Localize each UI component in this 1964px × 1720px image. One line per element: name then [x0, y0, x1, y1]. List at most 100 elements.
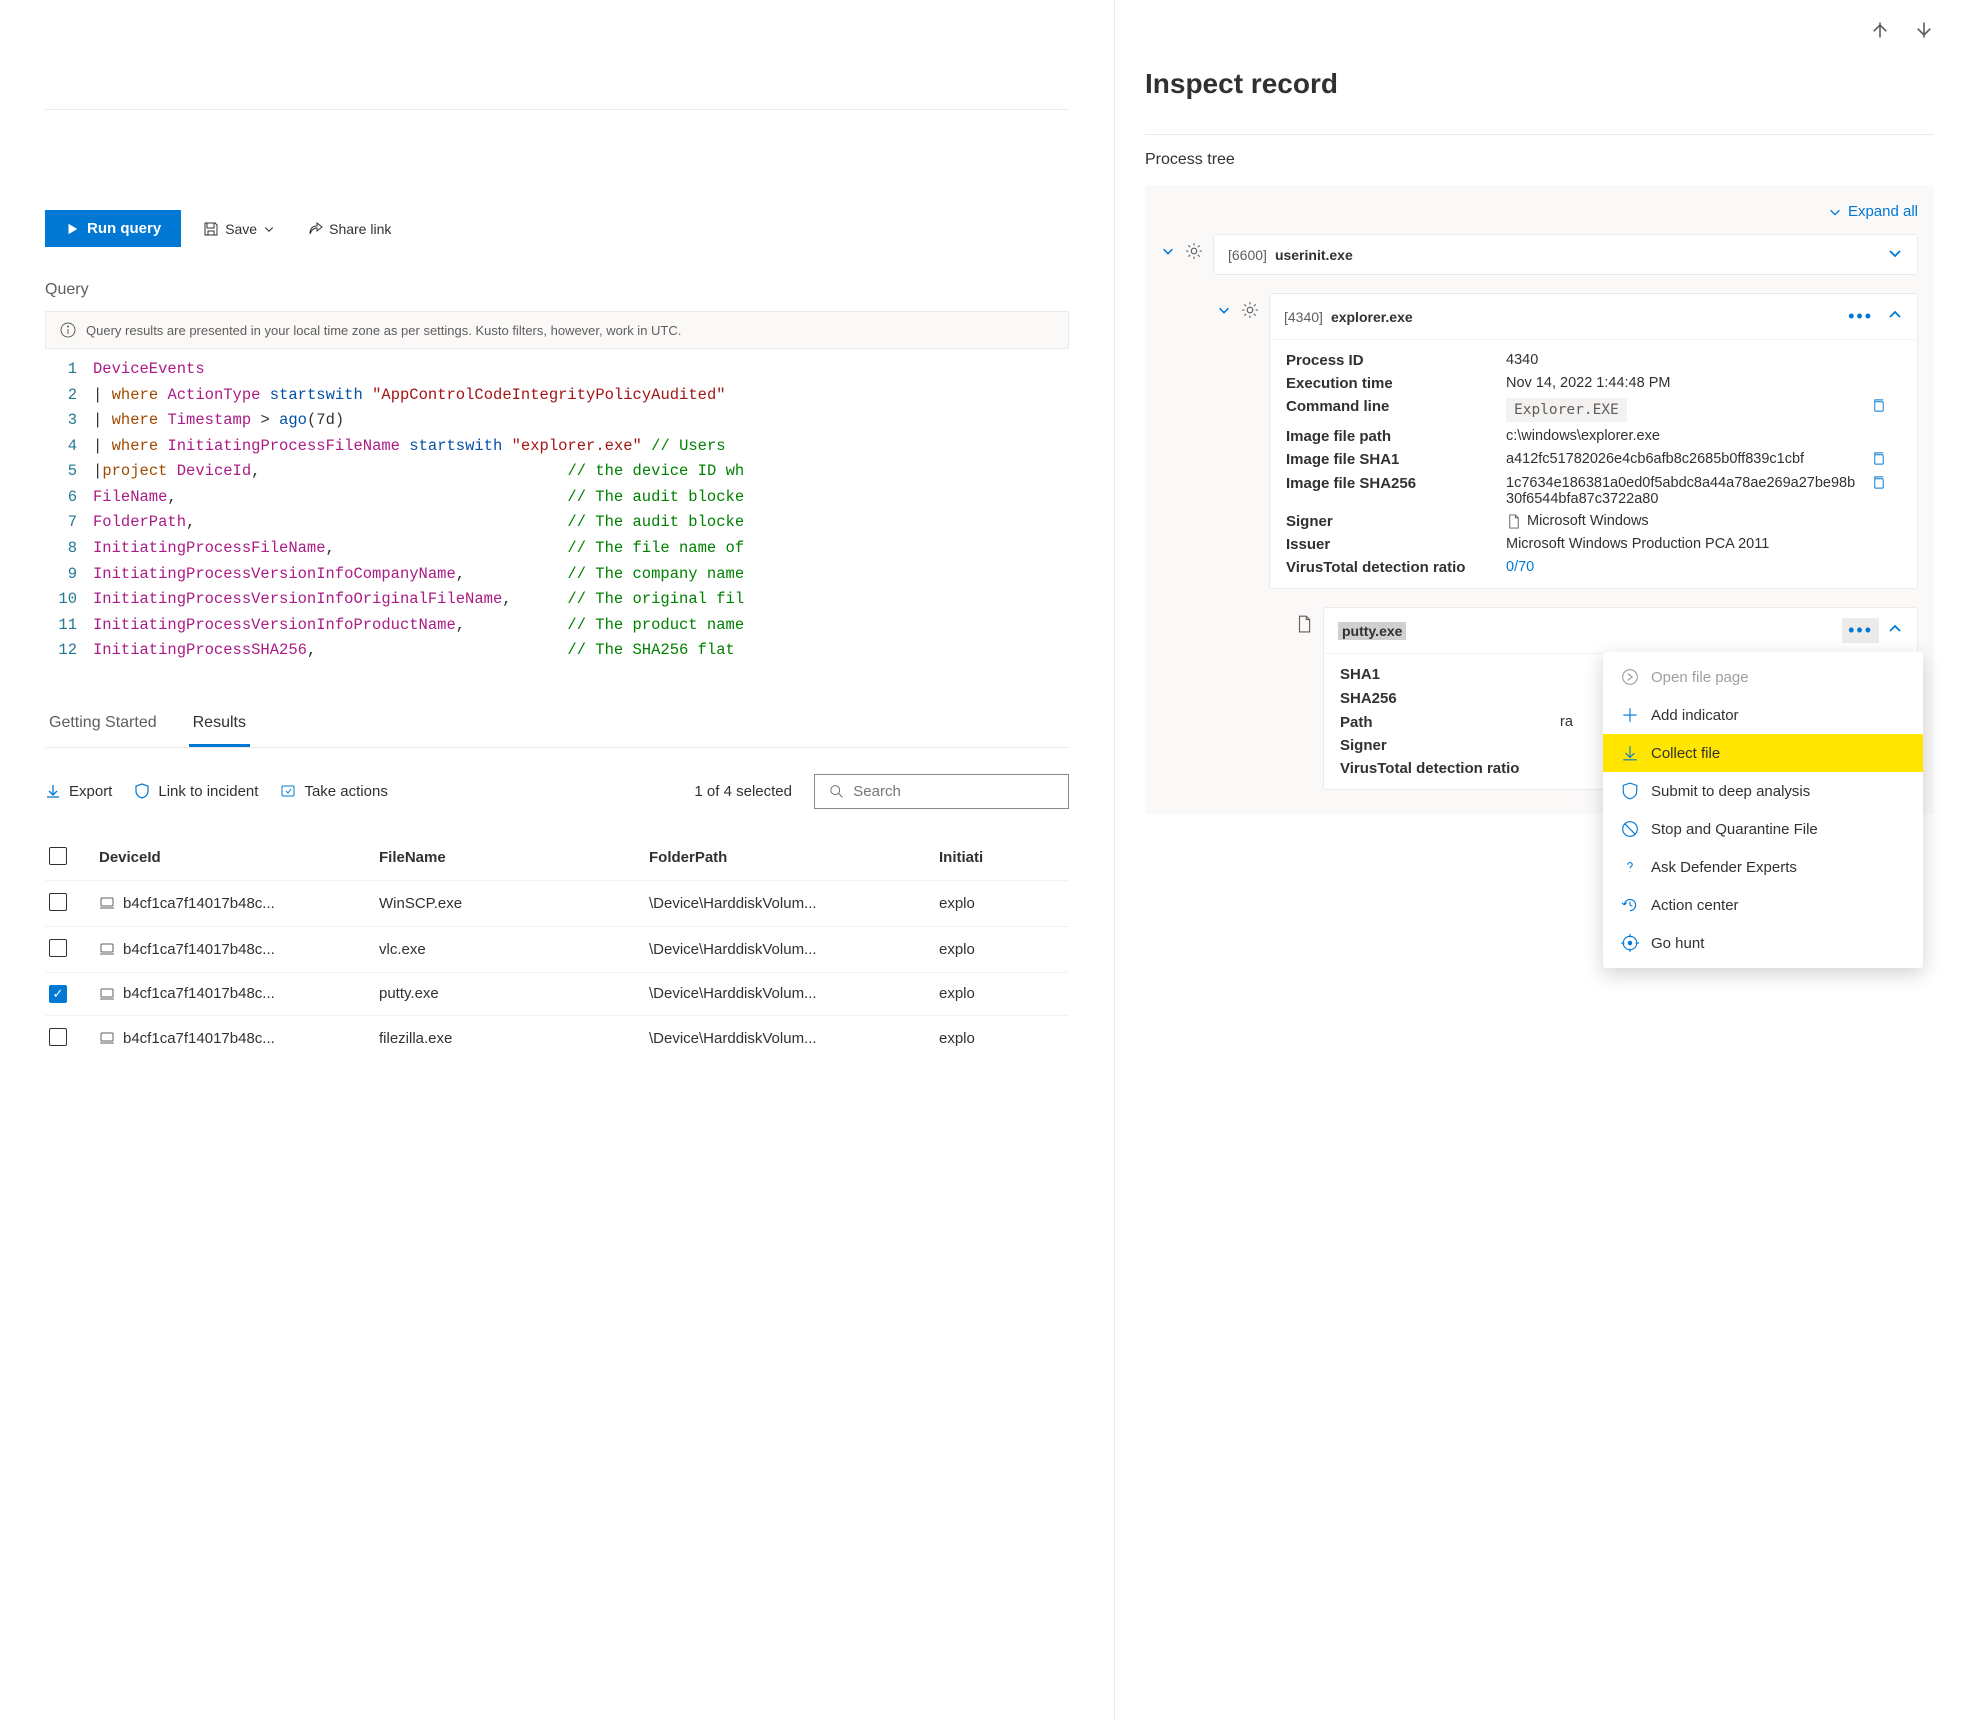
device-link[interactable]: b4cf1ca7f14017b48c...: [123, 941, 275, 958]
process-tree: Expand all [6600] userinit.exe: [1145, 185, 1934, 814]
node-pid: [4340]: [1284, 309, 1323, 325]
kv-value: 1c7634e186381a0ed0f5abdc8a44a78ae269a27b…: [1506, 475, 1861, 507]
table-row[interactable]: b4cf1ca7f14017b48c...vlc.exe\Device\Hard…: [45, 926, 1069, 972]
ctx-go-hunt[interactable]: Go hunt: [1603, 924, 1923, 962]
col-initiating[interactable]: Initiati: [939, 849, 1059, 866]
node-name: userinit.exe: [1275, 247, 1353, 263]
kv-key: Process ID: [1286, 352, 1496, 369]
table-row[interactable]: b4cf1ca7f14017b48c...filezilla.exe\Devic…: [45, 1015, 1069, 1061]
link-incident-button[interactable]: Link to incident: [134, 783, 258, 800]
ctx-deep-analysis[interactable]: Submit to deep analysis: [1603, 772, 1923, 810]
save-button[interactable]: Save: [193, 215, 285, 243]
collapse-icon[interactable]: [1887, 621, 1903, 640]
tree-node-explorer[interactable]: [4340] explorer.exe ••• Process ID4340 E…: [1269, 293, 1918, 589]
kv-key: Signer: [1286, 513, 1496, 530]
kv-key: Image file SHA1: [1286, 451, 1496, 468]
search-box[interactable]: [814, 774, 1069, 809]
copy-icon[interactable]: [1871, 475, 1886, 490]
command-line-value: Explorer.EXE: [1506, 398, 1627, 422]
tab-results[interactable]: Results: [189, 704, 250, 747]
folderpath-cell: \Device\HarddiskVolum...: [649, 1030, 939, 1047]
node-name: explorer.exe: [1331, 309, 1413, 325]
folderpath-cell: \Device\HarddiskVolum...: [649, 895, 939, 912]
shield-icon: [134, 783, 150, 799]
node-pid: [6600]: [1228, 247, 1267, 263]
share-label: Share link: [329, 221, 391, 237]
kv-key: Image file SHA256: [1286, 475, 1496, 492]
tree-toggle[interactable]: [1161, 244, 1175, 261]
kv-key: VirusTotal detection ratio: [1340, 760, 1550, 777]
search-input[interactable]: [853, 783, 1054, 800]
kv-key: Execution time: [1286, 375, 1496, 392]
table-row[interactable]: b4cf1ca7f14017b48c...putty.exe\Device\Ha…: [45, 972, 1069, 1015]
selection-summary: 1 of 4 selected: [694, 783, 792, 800]
copy-icon[interactable]: [1871, 398, 1886, 413]
take-actions-button[interactable]: Take actions: [280, 783, 387, 800]
share-link-button[interactable]: Share link: [297, 215, 401, 243]
row-checkbox[interactable]: [49, 985, 67, 1003]
download-icon: [45, 783, 61, 799]
col-folderpath[interactable]: FolderPath: [649, 849, 939, 866]
row-checkbox[interactable]: [49, 939, 67, 957]
section-process-tree: Process tree: [1145, 151, 1235, 169]
device-icon: [99, 941, 115, 957]
query-editor[interactable]: 1DeviceEvents2| where ActionType startsw…: [45, 357, 1069, 664]
filename-cell: putty.exe: [379, 985, 649, 1002]
expand-all-button[interactable]: Expand all: [1161, 203, 1918, 220]
export-button[interactable]: Export: [45, 783, 112, 800]
tree-node-userinit[interactable]: [6600] userinit.exe: [1213, 234, 1918, 275]
initiating-cell: explo: [939, 985, 1059, 1002]
ctx-action-center[interactable]: Action center: [1603, 886, 1923, 924]
device-link[interactable]: b4cf1ca7f14017b48c...: [123, 1030, 275, 1047]
collapse-icon[interactable]: [1887, 245, 1903, 264]
gear-icon: [1241, 301, 1259, 322]
ctx-stop-quarantine[interactable]: Stop and Quarantine File: [1603, 810, 1923, 848]
result-tabs: Getting Started Results: [45, 704, 1069, 748]
run-query-button[interactable]: Run query: [45, 210, 181, 247]
col-filename[interactable]: FileName: [379, 849, 649, 866]
row-checkbox[interactable]: [49, 1028, 67, 1046]
tab-getting-started[interactable]: Getting Started: [45, 704, 161, 747]
kv-key: Path: [1340, 714, 1550, 731]
next-record-icon[interactable]: [1914, 20, 1934, 40]
save-label: Save: [225, 221, 257, 237]
info-bar: Query results are presented in your loca…: [45, 311, 1069, 349]
select-all-checkbox[interactable]: [49, 847, 67, 865]
node-more-button[interactable]: •••: [1842, 304, 1879, 329]
prev-record-icon[interactable]: [1870, 20, 1890, 40]
virustotal-link[interactable]: 0/70: [1506, 559, 1861, 575]
context-menu: Open file page Add indicator Collect fil…: [1603, 652, 1923, 968]
row-checkbox[interactable]: [49, 893, 67, 911]
question-icon: [1621, 858, 1639, 876]
col-deviceid[interactable]: DeviceId: [99, 849, 379, 866]
play-icon: [65, 222, 79, 236]
chevron-down-icon: [1828, 205, 1842, 219]
device-icon: [99, 895, 115, 911]
filename-cell: WinSCP.exe: [379, 895, 649, 912]
table-row[interactable]: b4cf1ca7f14017b48c... WinSCP.exe\Device\H…: [45, 880, 1069, 926]
tree-node-putty[interactable]: putty.exe ••• SHA1 SHA256 Pathra Signer: [1323, 607, 1918, 790]
kv-key: SHA256: [1340, 690, 1550, 707]
node-name: putty.exe: [1338, 622, 1406, 640]
arrow-right-icon: [1621, 668, 1639, 686]
panel-title: Inspect record: [1145, 68, 1934, 100]
node-more-button[interactable]: •••: [1842, 618, 1879, 643]
query-section-label: Query: [45, 281, 1069, 299]
file-cert-icon: [1506, 514, 1521, 529]
kv-key: Signer: [1340, 737, 1550, 754]
initiating-cell: explo: [939, 1030, 1059, 1047]
kv-key: SHA1: [1340, 666, 1550, 683]
copy-icon[interactable]: [1871, 451, 1886, 466]
initiating-cell: explo: [939, 895, 1059, 912]
device-link[interactable]: b4cf1ca7f14017b48c...: [123, 985, 275, 1002]
search-icon: [829, 783, 843, 799]
kv-key: Command line: [1286, 398, 1496, 415]
ctx-add-indicator[interactable]: Add indicator: [1603, 696, 1923, 734]
ctx-open-file-page[interactable]: Open file page: [1603, 658, 1923, 696]
tree-toggle[interactable]: [1217, 303, 1231, 320]
info-text: Query results are presented in your loca…: [86, 323, 681, 338]
device-link[interactable]: b4cf1ca7f14017b48c...: [123, 895, 275, 912]
ctx-collect-file[interactable]: Collect file: [1603, 734, 1923, 772]
ctx-ask-experts[interactable]: Ask Defender Experts: [1603, 848, 1923, 886]
collapse-icon[interactable]: [1887, 307, 1903, 326]
